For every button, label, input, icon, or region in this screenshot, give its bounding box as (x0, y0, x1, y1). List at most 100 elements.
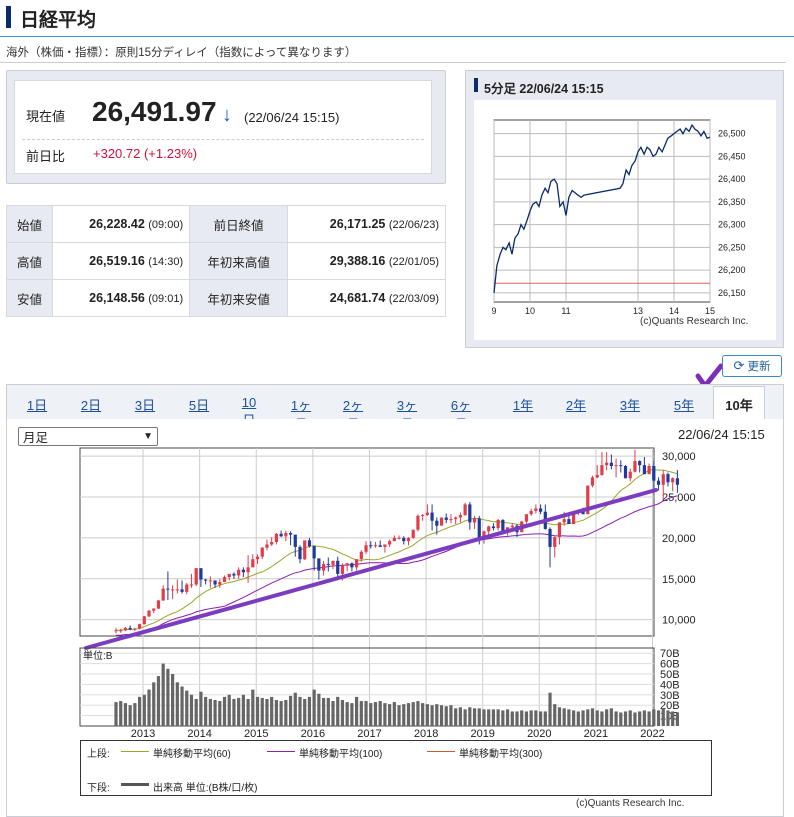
candle-body (274, 533, 279, 542)
candle-body (194, 568, 198, 585)
volume-bar (359, 701, 363, 726)
x-tick-year: 2022 (640, 728, 664, 740)
intraday-x-tick: 10 (525, 306, 535, 314)
stat-label: 年初来安値 (189, 279, 289, 317)
volume-bar (340, 700, 345, 726)
volume-bar (454, 708, 458, 726)
stat-number: 29,388.16 (329, 254, 386, 268)
volume-bar (482, 709, 486, 726)
stat-value: 26,171.25 (22/06/23) (287, 205, 446, 243)
volume-bar (600, 711, 604, 726)
tab-3[interactable]: 3日 (132, 395, 158, 414)
intraday-chart: 9 10 11 13 14 1526,150 26,200 26,250 26,300 26,35… (491, 119, 746, 314)
candle-body (161, 588, 165, 601)
tab-12[interactable]: 3年 (617, 395, 643, 414)
volume-bar (232, 698, 236, 726)
volume-bar (458, 707, 462, 726)
candle-body (472, 518, 477, 523)
volume-bar (652, 709, 656, 726)
volume-bar (675, 712, 680, 726)
volume-bar (402, 704, 406, 726)
intraday-y-tick: 26,500 (718, 129, 746, 139)
legend-upper-label: 上段: (87, 749, 110, 760)
tab-13[interactable]: 5年 (671, 395, 697, 414)
volume-bar (633, 712, 637, 726)
candle-body (435, 520, 439, 526)
stat-number: 24,681.74 (329, 291, 386, 305)
candle-body (548, 528, 552, 547)
volume-bar (642, 710, 646, 726)
volume-bar (572, 710, 576, 726)
stat-label: 年初来高値 (189, 242, 289, 280)
table-row: 安値 26,148.56 (09:01) 年初来安値 24,681.74 (22… (6, 279, 446, 317)
volume-bar (388, 704, 392, 726)
stat-time: (09:00) (148, 219, 184, 231)
candle-body (156, 600, 161, 609)
x-tick-year: 2013 (131, 728, 155, 740)
candle-body (284, 533, 288, 537)
refresh-label: 更新 (747, 361, 771, 373)
volume-bar (270, 696, 274, 726)
candle-body (402, 537, 406, 542)
intraday-x-tick: 9 (491, 306, 496, 314)
candle-body (241, 569, 245, 573)
volume-bar (487, 709, 491, 726)
volume-bar (581, 710, 585, 726)
tab-2[interactable]: 2日 (78, 395, 104, 414)
volume-bar (119, 701, 123, 726)
stat-time: (22/06/23) (388, 219, 439, 231)
volume-bar (246, 698, 250, 726)
candle-body (265, 544, 269, 548)
candle-body (345, 563, 349, 566)
volume-bar (411, 702, 415, 726)
candle-body (567, 519, 571, 525)
tab-4[interactable]: 5日 (186, 395, 212, 414)
volume-bar (293, 692, 297, 726)
volume-bar (208, 698, 212, 726)
volume-bar (671, 711, 675, 726)
volume-bar (317, 693, 321, 726)
tab-14[interactable]: 10年 (713, 386, 765, 420)
legend-lower-label: 下段: (87, 783, 110, 794)
candle-body (416, 515, 420, 530)
volume-bar (137, 696, 142, 726)
delay-notice: 海外（株価・指標）：原則15分ディレイ（指数によって異なります） (6, 47, 357, 59)
candle-body (175, 589, 179, 591)
stat-number: 26,148.56 (89, 291, 145, 305)
volume-bar (222, 696, 227, 726)
change-value: +320.72 (+1.23%) (93, 146, 198, 161)
legend-ma300: 単純移動平均(300) (459, 749, 543, 760)
volume-bar (463, 709, 467, 726)
legend-ma100-swatch (267, 751, 295, 752)
candle-body (317, 558, 321, 571)
candle-body (204, 579, 208, 581)
x-tick-year: 2020 (527, 728, 551, 740)
tab-1[interactable]: 1日 (24, 395, 50, 414)
candle-body (227, 573, 231, 578)
intraday-y-tick: 26,200 (718, 265, 746, 275)
price-y-tick: 10,000 (662, 615, 696, 627)
refresh-button[interactable]: ⟳ 更新 (722, 355, 782, 377)
tab-10[interactable]: 1年 (510, 395, 536, 414)
volume-bar (213, 700, 217, 726)
volume-bar (505, 709, 510, 726)
candle-body (303, 540, 307, 560)
candle-body (199, 568, 203, 580)
tab-11[interactable]: 2年 (563, 395, 589, 414)
intraday-y-tick: 26,450 (718, 151, 746, 161)
volume-bar (520, 710, 524, 726)
volume-unit: 単位:B (83, 649, 113, 662)
current-value: 26,491.97 (92, 96, 217, 127)
candle-body (439, 517, 444, 526)
x-tick-year: 2021 (584, 728, 608, 740)
volume-bar (194, 698, 198, 726)
volume-y-tick: 30B (660, 690, 680, 702)
candle-body (614, 465, 618, 467)
volume-bar (298, 696, 302, 726)
candle-body (666, 474, 670, 483)
volume-bar (567, 709, 571, 726)
intraday-plot-area (493, 119, 711, 303)
candle-body (119, 630, 123, 632)
candle-body (255, 556, 260, 560)
volume-bar (152, 682, 156, 726)
